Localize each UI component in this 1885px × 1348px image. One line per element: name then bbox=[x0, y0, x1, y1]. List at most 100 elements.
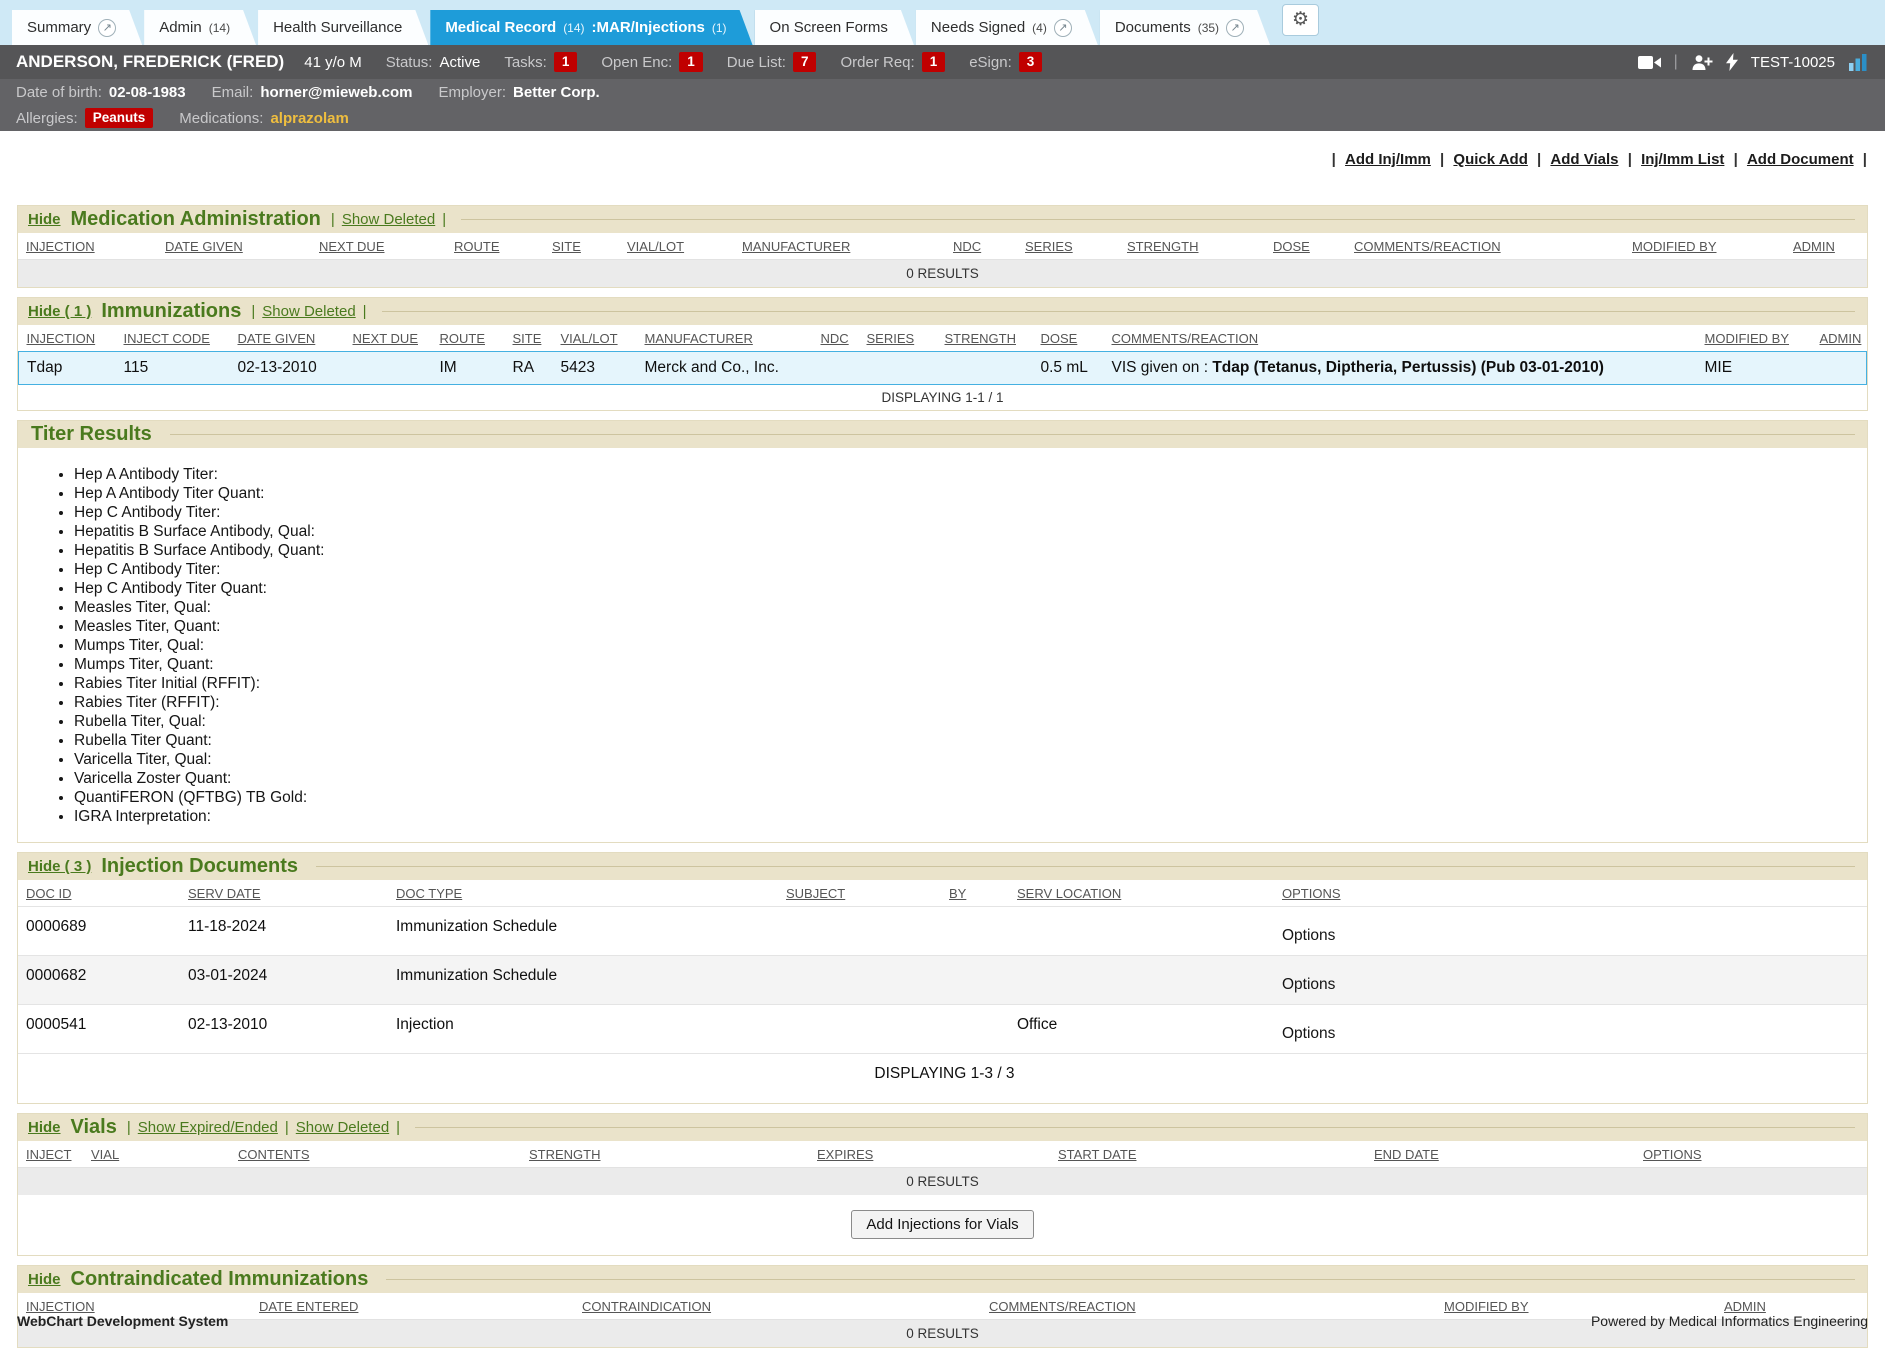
col-end-date[interactable]: END DATE bbox=[1366, 1141, 1635, 1168]
col-start-date[interactable]: START DATE bbox=[1050, 1141, 1366, 1168]
col-comments-reaction[interactable]: COMMENTS/REACTION bbox=[1104, 325, 1697, 352]
hide-vials-link[interactable]: Hide bbox=[28, 1119, 61, 1136]
show-expired-ended-link[interactable]: Show Expired/Ended bbox=[138, 1119, 278, 1136]
due-list-badge[interactable]: 7 bbox=[793, 52, 817, 72]
col-vial-lot[interactable]: VIAL/LOT bbox=[619, 233, 734, 260]
document-row[interactable]: 0000689 11-18-2024 Immunization Schedule… bbox=[18, 907, 1867, 956]
col-comments-reaction[interactable]: COMMENTS/REACTION bbox=[1346, 233, 1624, 260]
document-row[interactable]: 0000682 03-01-2024 Immunization Schedule… bbox=[18, 956, 1867, 1005]
add-document-link[interactable]: Add Document bbox=[1747, 151, 1854, 168]
col-expires[interactable]: EXPIRES bbox=[809, 1141, 1050, 1168]
video-call-icon[interactable] bbox=[1638, 55, 1661, 70]
chart-icon[interactable] bbox=[1848, 54, 1869, 71]
col-ndc[interactable]: NDC bbox=[945, 233, 1017, 260]
col-admin[interactable]: ADMIN bbox=[1785, 233, 1867, 260]
tab-on-screen-forms[interactable]: On Screen Forms bbox=[755, 10, 914, 45]
col-date-given[interactable]: DATE GIVEN bbox=[157, 233, 311, 260]
col-options[interactable]: OPTIONS bbox=[1274, 880, 1867, 907]
empty-results-row: 0 RESULTS bbox=[18, 260, 1867, 288]
esign-label: eSign: bbox=[969, 54, 1012, 71]
tab-label: Health Surveillance bbox=[273, 19, 402, 36]
tab-admin[interactable]: Admin (14) bbox=[144, 10, 256, 45]
col-site[interactable]: SITE bbox=[544, 233, 619, 260]
col-vial-lot[interactable]: VIAL/LOT bbox=[553, 325, 637, 352]
hide-injection-documents-link[interactable]: Hide ( 3 ) bbox=[28, 858, 91, 875]
popout-icon[interactable]: ↗ bbox=[1226, 19, 1244, 37]
col-date-given[interactable]: DATE GIVEN bbox=[230, 325, 345, 352]
col-ndc[interactable]: NDC bbox=[813, 325, 859, 352]
allergy-badge[interactable]: Peanuts bbox=[85, 108, 154, 128]
col-injection[interactable]: INJECTION bbox=[18, 233, 157, 260]
col-dose[interactable]: DOSE bbox=[1265, 233, 1346, 260]
col-site[interactable]: SITE bbox=[505, 325, 553, 352]
tab-needs-signed[interactable]: Needs Signed (4) ↗ bbox=[916, 10, 1098, 45]
col-dose[interactable]: DOSE bbox=[1033, 325, 1104, 352]
lightning-icon[interactable] bbox=[1726, 53, 1738, 71]
immunization-row[interactable]: Tdap 115 02-13-2010 IM RA 5423 Merck and… bbox=[19, 352, 1867, 385]
patient-header-bar: ANDERSON, FREDERICK (FRED) 41 y/o M Stat… bbox=[0, 45, 1885, 79]
cell-inject-code: 115 bbox=[116, 352, 230, 385]
col-modified-by[interactable]: MODIFIED BY bbox=[1624, 233, 1785, 260]
popout-icon[interactable]: ↗ bbox=[98, 19, 116, 37]
order-req-badge[interactable]: 1 bbox=[922, 52, 946, 72]
esign-badge[interactable]: 3 bbox=[1019, 52, 1043, 72]
show-deleted-link[interactable]: Show Deleted bbox=[296, 1119, 389, 1136]
hide-immunizations-link[interactable]: Hide ( 1 ) bbox=[28, 303, 91, 320]
add-person-icon[interactable] bbox=[1691, 54, 1713, 71]
titer-item: Varicella Titer, Qual: bbox=[74, 750, 1867, 769]
tab-medical-record-mar-injections[interactable]: Medical Record (14) :MAR/Injections (1) bbox=[430, 10, 752, 45]
col-manufacturer[interactable]: MANUFACTURER bbox=[637, 325, 813, 352]
options-link[interactable]: Options bbox=[1282, 927, 1335, 944]
col-admin[interactable]: ADMIN bbox=[1812, 325, 1867, 352]
col-doc-type[interactable]: DOC TYPE bbox=[388, 880, 778, 907]
medication-value[interactable]: alprazolam bbox=[270, 110, 348, 127]
column-header-row: INJECT VIAL CONTENTS STRENGTH EXPIRES ST… bbox=[18, 1141, 1867, 1168]
tab-count: (4) bbox=[1032, 21, 1047, 35]
col-inject-code[interactable]: INJECT CODE bbox=[116, 325, 230, 352]
hide-med-admin-link[interactable]: Hide bbox=[28, 211, 61, 228]
open-enc-badge[interactable]: 1 bbox=[679, 52, 703, 72]
section-header: Hide Vials | Show Expired/Ended | Show D… bbox=[18, 1114, 1867, 1141]
col-manufacturer[interactable]: MANUFACTURER bbox=[734, 233, 945, 260]
col-next-due[interactable]: NEXT DUE bbox=[345, 325, 432, 352]
col-series[interactable]: SERIES bbox=[859, 325, 937, 352]
options-link[interactable]: Options bbox=[1282, 976, 1335, 993]
options-link[interactable]: Options bbox=[1282, 1025, 1335, 1042]
col-contents[interactable]: CONTENTS bbox=[230, 1141, 521, 1168]
tab-summary[interactable]: Summary ↗ bbox=[12, 10, 142, 45]
col-doc-id[interactable]: DOC ID bbox=[18, 880, 180, 907]
col-injection[interactable]: INJECTION bbox=[19, 325, 116, 352]
settings-button[interactable]: ⚙ bbox=[1282, 4, 1319, 36]
quick-add-link[interactable]: Quick Add bbox=[1453, 151, 1527, 168]
col-by[interactable]: BY bbox=[941, 880, 1009, 907]
add-inj-imm-link[interactable]: Add Inj/Imm bbox=[1345, 151, 1431, 168]
document-row[interactable]: 0000541 02-13-2010 Injection Office Opti… bbox=[18, 1005, 1867, 1054]
popout-icon[interactable]: ↗ bbox=[1054, 19, 1072, 37]
tasks-badge[interactable]: 1 bbox=[554, 52, 578, 72]
col-route[interactable]: ROUTE bbox=[446, 233, 544, 260]
col-vial[interactable]: VIAL bbox=[83, 1141, 230, 1168]
cell-comments: VIS given on : Tdap (Tetanus, Diptheria,… bbox=[1104, 352, 1697, 385]
show-deleted-link[interactable]: Show Deleted bbox=[262, 303, 355, 320]
col-subject[interactable]: SUBJECT bbox=[778, 880, 941, 907]
add-injections-for-vials-button[interactable]: Add Injections for Vials bbox=[851, 1210, 1033, 1239]
add-vials-link[interactable]: Add Vials bbox=[1550, 151, 1618, 168]
col-strength[interactable]: STRENGTH bbox=[1119, 233, 1265, 260]
col-route[interactable]: ROUTE bbox=[432, 325, 505, 352]
col-strength[interactable]: STRENGTH bbox=[521, 1141, 809, 1168]
col-strength[interactable]: STRENGTH bbox=[937, 325, 1033, 352]
inj-imm-list-link[interactable]: Inj/Imm List bbox=[1641, 151, 1724, 168]
col-next-due[interactable]: NEXT DUE bbox=[311, 233, 446, 260]
col-options[interactable]: OPTIONS bbox=[1635, 1141, 1867, 1168]
show-deleted-link[interactable]: Show Deleted bbox=[342, 211, 435, 228]
tab-documents[interactable]: Documents (35) ↗ bbox=[1100, 10, 1270, 45]
col-serv-location[interactable]: SERV LOCATION bbox=[1009, 880, 1274, 907]
col-series[interactable]: SERIES bbox=[1017, 233, 1119, 260]
titer-item: Hep C Antibody Titer: bbox=[74, 503, 1867, 522]
col-modified-by[interactable]: MODIFIED BY bbox=[1697, 325, 1812, 352]
col-serv-date[interactable]: SERV DATE bbox=[180, 880, 388, 907]
tab-health-surveillance[interactable]: Health Surveillance bbox=[258, 10, 428, 45]
col-inject[interactable]: INJECT bbox=[18, 1141, 83, 1168]
cell-serv-location: Office bbox=[1009, 1005, 1274, 1054]
hide-contraindicated-link[interactable]: Hide bbox=[28, 1271, 61, 1288]
